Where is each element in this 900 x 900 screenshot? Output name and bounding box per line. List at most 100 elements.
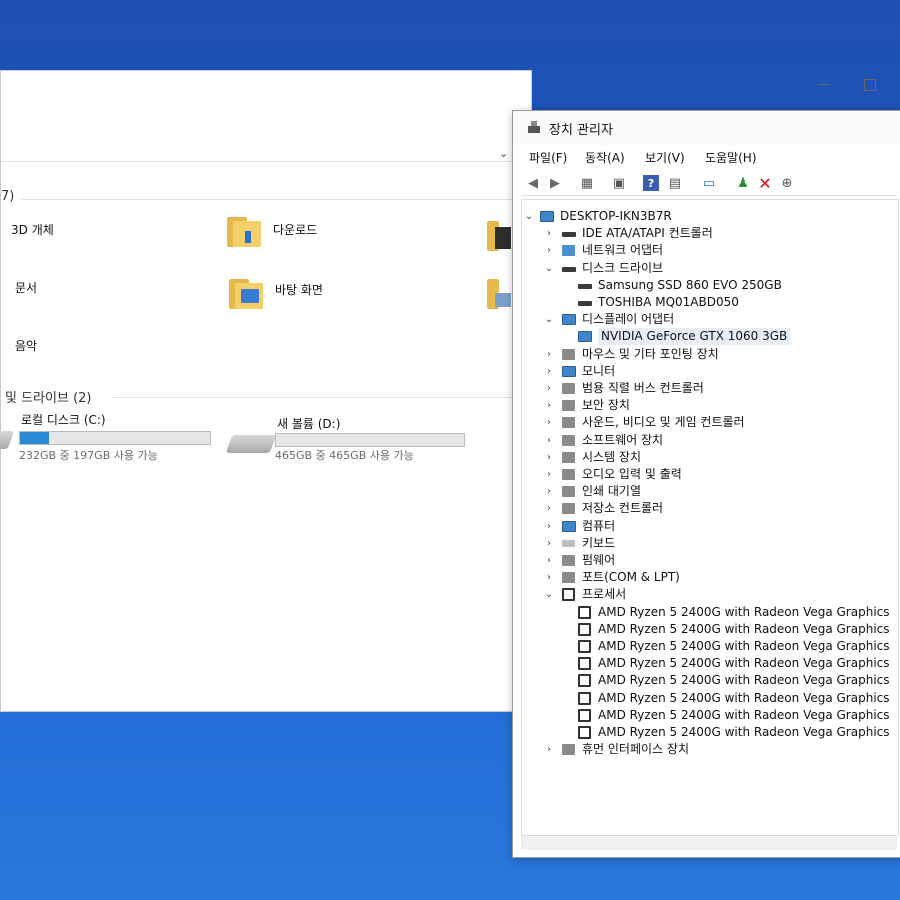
folder-downloads[interactable]: 다운로드 <box>273 221 317 238</box>
tree-item-label: TOSHIBA MQ01ABD050 <box>598 295 739 309</box>
tree-item[interactable]: › 키보드 <box>522 535 896 552</box>
divider <box>21 199 516 200</box>
volume-d-icon[interactable] <box>225 435 277 453</box>
uninstall-x-icon[interactable]: ✕ <box>757 174 773 193</box>
maximize-icon[interactable] <box>864 79 876 91</box>
chevron-down-icon[interactable]: ⌄ <box>544 586 554 603</box>
usb-icon <box>562 383 575 394</box>
tree-item-label: IDE ATA/ATAPI 컨트롤러 <box>582 226 713 241</box>
tree-item[interactable]: ⌄ 프로세서 <box>522 586 896 603</box>
title-bar[interactable]: 장치 관리자 <box>513 111 900 145</box>
tree-item[interactable]: › 범용 직렬 버스 컨트롤러 <box>522 380 896 397</box>
tree-item[interactable]: AMD Ryzen 5 2400G with Radeon Vega Graph… <box>522 724 896 741</box>
menu-action[interactable]: 동작(A) <box>585 149 625 166</box>
forward-arrow-icon[interactable]: ▶ <box>547 175 563 191</box>
scan-hardware-icon[interactable]: ▭ <box>701 175 717 191</box>
tree-item[interactable]: › 시스템 장치 <box>522 449 896 466</box>
downloads-folder-icon[interactable] <box>227 217 261 247</box>
drive-c-label[interactable]: 로컬 디스크 (C:) <box>21 411 106 428</box>
tree-item[interactable]: › 컴퓨터 <box>522 518 896 535</box>
tree-item[interactable]: AMD Ryzen 5 2400G with Radeon Vega Graph… <box>522 690 896 707</box>
tree-item[interactable]: TOSHIBA MQ01ABD050 <box>522 294 896 311</box>
chevron-down-icon[interactable]: ⌄ <box>524 208 534 225</box>
tree-item[interactable]: › 모니터 <box>522 363 896 380</box>
tree-item[interactable]: › IDE ATA/ATAPI 컨트롤러 <box>522 225 896 242</box>
device-tree: ⌄ DESKTOP-IKN3B7R › IDE ATA/ATAPI 컨트롤러 › 네트워크… <box>521 199 899 836</box>
tree-item[interactable]: Samsung SSD 860 EVO 250GB <box>522 277 896 294</box>
help-icon[interactable]: ? <box>643 175 659 191</box>
menu-help[interactable]: 도움말(H) <box>705 149 757 166</box>
folder-documents[interactable]: 문서 <box>15 279 37 296</box>
chevron-right-icon[interactable]: › <box>544 741 554 758</box>
chevron-right-icon[interactable]: › <box>544 449 554 466</box>
tree-item[interactable]: › 네트워크 어댑터 <box>522 242 896 259</box>
tree-item[interactable]: AMD Ryzen 5 2400G with Radeon Vega Graph… <box>522 655 896 672</box>
folder-desktop[interactable]: 바탕 화면 <box>275 281 323 298</box>
desktop-folder-icon[interactable] <box>229 279 263 309</box>
local-disk-icon[interactable] <box>0 431 15 449</box>
drives-heading: 및 드라이브 (2) <box>5 391 92 406</box>
download-driver-icon[interactable]: ⊕ <box>779 175 795 191</box>
tree-item[interactable]: NVIDIA GeForce GTX 1060 3GB <box>522 328 896 346</box>
tree-item[interactable]: ⌄ DESKTOP-IKN3B7R <box>522 208 896 225</box>
chevron-right-icon[interactable]: › <box>544 500 554 517</box>
chevron-right-icon[interactable]: › <box>544 414 554 431</box>
chevron-right-icon[interactable]: › <box>544 483 554 500</box>
tree-item[interactable]: › 휴먼 인터페이스 장치 <box>522 741 896 758</box>
tree-item[interactable]: ⌄ 디스플레이 어댑터 <box>522 311 896 328</box>
tree-item[interactable]: AMD Ryzen 5 2400G with Radeon Vega Graph… <box>522 621 896 638</box>
chevron-right-icon[interactable]: › <box>544 242 554 259</box>
folder-3d-objects[interactable]: 3D 개체 <box>11 221 54 238</box>
chevron-down-icon[interactable]: ⌄ <box>544 260 554 277</box>
tree-item[interactable]: › 포트(COM & LPT) <box>522 569 896 586</box>
chevron-down-icon[interactable]: ⌄ <box>499 147 508 160</box>
network-icon <box>562 245 575 257</box>
tree-item-label: 프로세서 <box>582 587 627 602</box>
tree-item[interactable]: › 소프트웨어 장치 <box>522 432 896 449</box>
tree-item[interactable]: › 인쇄 대기열 <box>522 483 896 500</box>
address-bar[interactable] <box>1 133 516 162</box>
menu-view[interactable]: 보기(V) <box>645 149 685 166</box>
menu-file[interactable]: 파일(F) <box>529 149 567 166</box>
chevron-right-icon[interactable]: › <box>544 569 554 586</box>
tree-item[interactable]: › 펌웨어 <box>522 552 896 569</box>
chevron-right-icon[interactable]: › <box>544 552 554 569</box>
drive-d-label[interactable]: 새 볼륨 (D:) <box>277 415 340 432</box>
tree-item[interactable]: › 보안 장치 <box>522 397 896 414</box>
chevron-right-icon[interactable]: › <box>544 346 554 363</box>
tree-item[interactable]: › 저장소 컨트롤러 <box>522 500 896 517</box>
update-driver-icon[interactable]: ▣ <box>611 175 627 191</box>
tree-item[interactable]: › 사운드, 비디오 및 게임 컨트롤러 <box>522 414 896 431</box>
tree-item[interactable]: AMD Ryzen 5 2400G with Radeon Vega Graph… <box>522 672 896 689</box>
tree-item[interactable]: › 오디오 입력 및 출력 <box>522 466 896 483</box>
minimize-icon[interactable] <box>818 84 830 85</box>
chevron-right-icon[interactable]: › <box>544 518 554 535</box>
tree-item[interactable]: AMD Ryzen 5 2400G with Radeon Vega Graph… <box>522 604 896 621</box>
tree-item-label: AMD Ryzen 5 2400G with Radeon Vega Graph… <box>598 621 890 636</box>
chevron-right-icon[interactable]: › <box>544 432 554 449</box>
tree-item-label: AMD Ryzen 5 2400G with Radeon Vega Graph… <box>598 725 890 739</box>
chevron-down-icon[interactable]: ⌄ <box>544 311 554 328</box>
properties-icon[interactable]: ▦ <box>579 175 595 191</box>
tree-item-label: 시스템 장치 <box>582 449 642 464</box>
tree-item-label: 오디오 입력 및 출력 <box>582 467 682 481</box>
chevron-right-icon[interactable]: › <box>544 466 554 483</box>
cpu-icon <box>578 674 591 688</box>
tree-item[interactable]: AMD Ryzen 5 2400G with Radeon Vega Graph… <box>522 638 896 655</box>
disk-icon <box>578 301 592 306</box>
tree-item[interactable]: AMD Ryzen 5 2400G with Radeon Vega Graph… <box>522 707 896 724</box>
cpu-icon <box>578 708 591 722</box>
chevron-right-icon[interactable]: › <box>544 535 554 552</box>
chevron-right-icon[interactable]: › <box>544 397 554 414</box>
pictures-folder-icon[interactable] <box>487 279 511 309</box>
folder-music[interactable]: 음악 <box>15 337 37 354</box>
chevron-right-icon[interactable]: › <box>544 363 554 380</box>
tree-item[interactable]: › 마우스 및 기타 포인팅 장치 <box>522 346 896 363</box>
chevron-right-icon[interactable]: › <box>544 380 554 397</box>
chevron-right-icon[interactable]: › <box>544 225 554 242</box>
back-arrow-icon[interactable]: ◀ <box>525 175 541 191</box>
tree-item[interactable]: ⌄ 디스크 드라이브 <box>522 260 896 277</box>
add-driver-icon[interactable]: ♟ <box>735 175 751 191</box>
videos-folder-icon[interactable] <box>487 221 511 251</box>
view-icon[interactable]: ▤ <box>667 175 683 191</box>
